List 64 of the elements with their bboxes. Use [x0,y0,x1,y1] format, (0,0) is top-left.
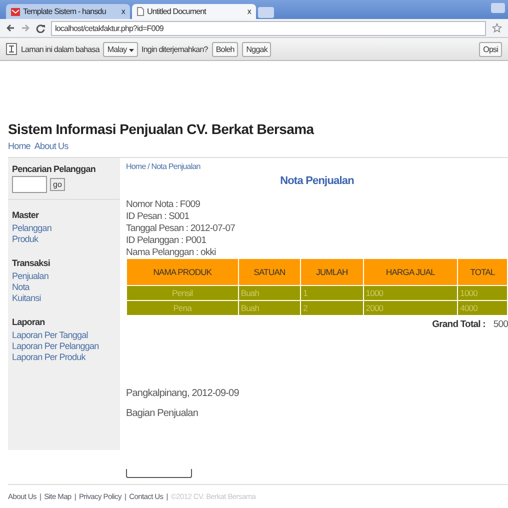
table-cell: 2 [301,301,363,315]
site-title: Sistem Informasi Penjualan CV. Berkat Bersama [8,121,316,137]
page-icon [137,7,144,16]
nav-link[interactable]: Home [8,141,30,151]
detail-text: ID Pesan : S001 [126,211,190,222]
column-header: HARGA JUAL [364,259,458,285]
table-cell: Pena [127,301,238,315]
caret-icon [128,48,134,52]
detail-text: Tanggal Pesan : 2012-07-07 [126,223,236,234]
reload-icon[interactable] [36,24,45,32]
sidebar-link[interactable]: Kuitansi [12,293,116,303]
table-cell: Buah [238,286,300,300]
mail-icon [11,8,20,16]
sidebar-heading: Transaksi [12,258,51,268]
detail-text: Nomor Nota : F009 [126,199,201,210]
sidebar-heading: Laporan [12,317,46,327]
table-cell: 4000 [458,301,507,315]
signatory: Bagian Penjualan [126,408,199,419]
address-field[interactable]: localhost/cetakfaktur.php?id=F009 [51,20,486,36]
sidebar-link[interactable]: Pelanggan [12,223,116,233]
nav-link[interactable]: About Us [34,141,68,151]
table-cell: 2000 [364,301,458,315]
star-icon[interactable] [492,23,502,33]
browser-tab[interactable]: Template Sistem - hansdu x [6,4,130,19]
minimize-button[interactable] [491,3,505,13]
translate-icon [6,43,17,55]
table-cell: 1 [301,286,363,300]
column-header: SATUAN [238,259,300,285]
browser-tab[interactable]: Untitled Document x [132,4,256,19]
search-label: Pencarian Pelanggan [12,164,96,174]
column-header: JUMLAH [301,259,363,285]
page-heading: Nota Penjualan [279,175,355,187]
translate-button[interactable]: Boleh [212,42,238,56]
translate-message: Laman ini dalam bahasa [21,44,100,54]
signature-line [126,469,192,478]
sidebar-link[interactable]: Produk [12,234,116,244]
table-cell: Pensil [127,286,238,300]
detail-text: ID Pelanggan : P001 [126,235,208,246]
translate-question: Ingin diterjemahkan? [142,44,208,54]
breadcrumb[interactable]: Home / Nota Penjualan [126,162,200,171]
close-icon[interactable]: x [121,7,125,16]
translate-button[interactable]: Nggak [242,42,272,56]
sidebar-link[interactable]: Laporan Per Produk [12,352,116,362]
sidebar-heading: Master [12,210,40,220]
search-field[interactable] [12,176,47,193]
column-header: NAMA PRODUK [127,259,238,285]
sidebar-link[interactable]: Laporan Per Tanggal [12,330,116,340]
forward-icon[interactable] [21,24,30,32]
column-header: TOTAL [458,259,507,285]
search-button[interactable]: go [50,178,65,191]
options-button[interactable]: Opsi [479,42,502,56]
close-icon[interactable]: x [247,7,251,16]
table-cell: 1000 [458,286,507,300]
table-cell: 1000 [364,286,458,300]
grand-total-value: 500 [493,319,508,330]
place-date: Pangkalpinang, 2012-09-09 [126,388,240,399]
sidebar-link[interactable]: Penjualan [12,271,116,281]
back-icon[interactable] [6,24,15,32]
sidebar-link[interactable]: Laporan Per Pelanggan [12,341,116,351]
grand-total-label: Grand Total : [432,319,486,330]
detail-text: Nama Pelanggan : okki [126,247,217,258]
table-cell: Buah [238,301,300,315]
language-dropdown[interactable]: Malay [103,42,138,56]
sidebar-link[interactable]: Nota [12,282,116,292]
